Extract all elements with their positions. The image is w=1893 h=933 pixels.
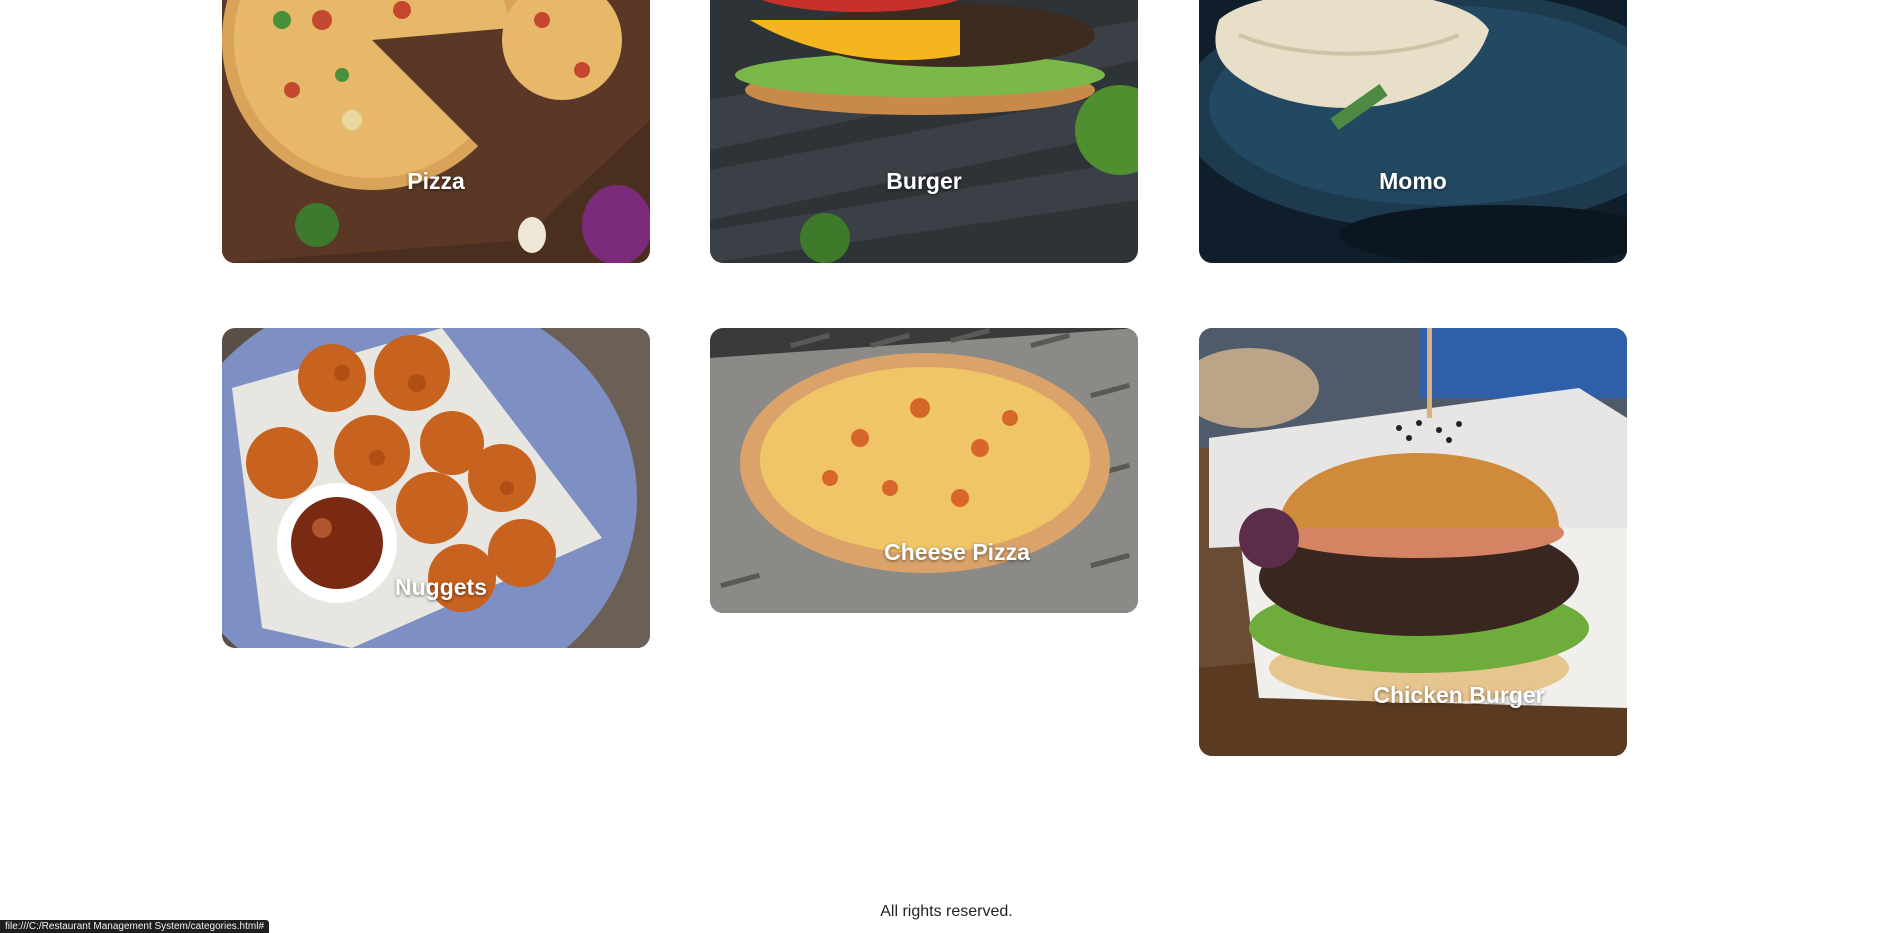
category-label: Pizza	[407, 168, 465, 194]
category-label: Momo	[1379, 168, 1447, 194]
category-card-cheese-pizza[interactable]: Cheese Pizza	[710, 328, 1138, 613]
category-label: Cheese Pizza	[884, 539, 1030, 565]
category-card-nuggets[interactable]: Nuggets	[222, 328, 650, 648]
category-card-momo[interactable]: Momo	[1199, 0, 1627, 263]
footer-copyright: All rights reserved.	[880, 903, 1013, 920]
burger-photo	[710, 0, 1138, 263]
category-card-chicken-burger[interactable]: Chicken Burger	[1199, 328, 1627, 756]
pizza-photo	[222, 0, 650, 263]
momo-photo	[1199, 0, 1627, 263]
status-bar-url: file:///C:/Restaurant Management System/…	[0, 920, 270, 933]
category-card-burger[interactable]: Burger	[710, 0, 1138, 263]
cheese-pizza-photo	[710, 328, 1138, 613]
category-label: Burger	[886, 168, 962, 194]
category-label: Chicken Burger	[1373, 682, 1545, 708]
category-label: Nuggets	[395, 574, 487, 600]
category-card-pizza[interactable]: Pizza	[222, 0, 650, 263]
